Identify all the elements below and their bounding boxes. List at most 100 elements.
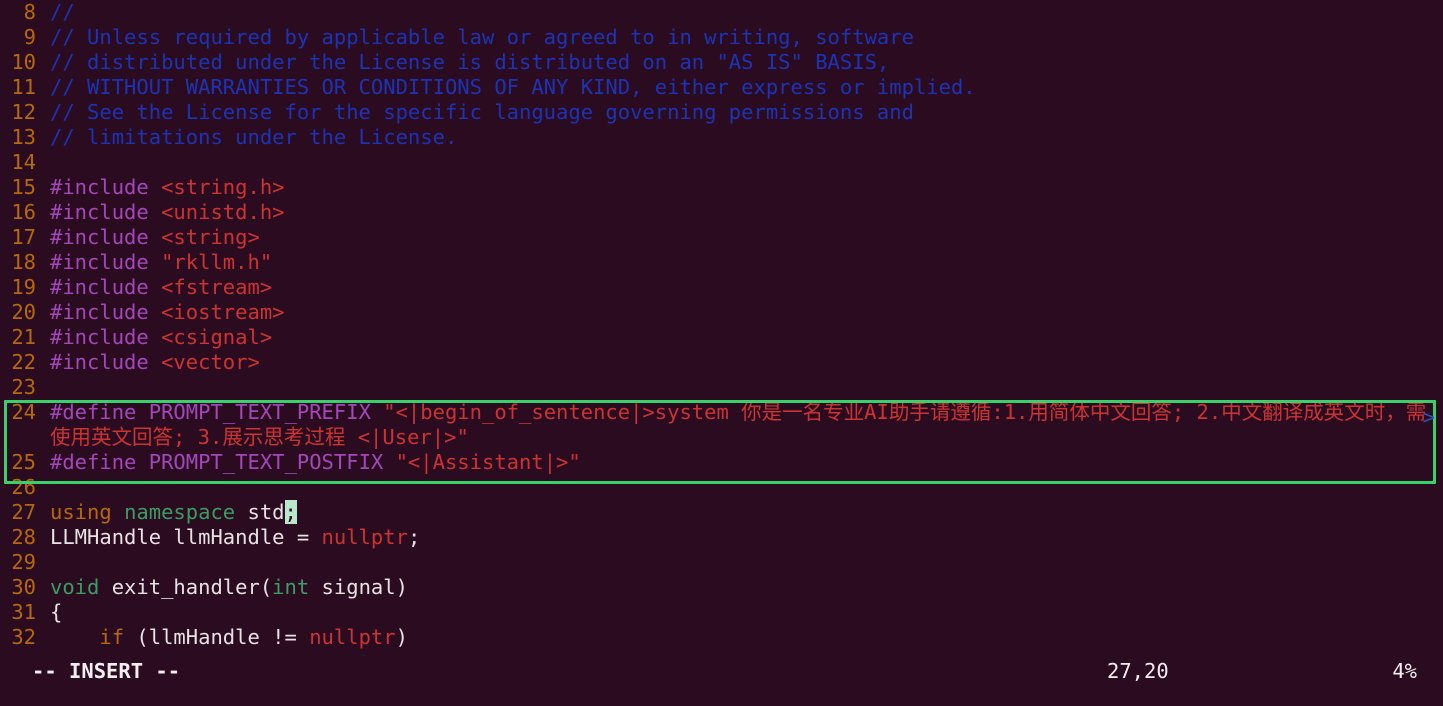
code-token-pre: #define: [50, 400, 149, 424]
line-number: 17: [11, 225, 36, 249]
code-token-str: <string>: [161, 225, 260, 249]
code-text[interactable]: #define PROMPT_TEXT_POSTFIX "<|Assistant…: [36, 450, 1443, 475]
code-line[interactable]: 16 #include <unistd.h>: [0, 200, 1443, 225]
code-text[interactable]: using namespace std;: [36, 500, 1443, 525]
code-text[interactable]: if (llmHandle != nullptr): [36, 625, 1443, 650]
code-line[interactable]: 11 // WITHOUT WARRANTIES OR CONDITIONS OF…: [0, 75, 1443, 100]
vim-terminal-window[interactable]: 8 // 9 // Unless required by applicable law…: [0, 0, 1443, 706]
line-number: 8: [23, 0, 36, 24]
vim-status-line: -- INSERT -- 27,20 4%: [0, 658, 1443, 684]
code-token-pre: #include: [50, 225, 162, 249]
code-token-str: <iostream>: [161, 300, 285, 324]
code-text[interactable]: void exit_handler(int signal): [36, 575, 1443, 600]
code-token-plain: LLMHandle llmHandle =: [50, 525, 322, 549]
code-text[interactable]: // distributed under the License is dist…: [36, 50, 1443, 75]
code-line[interactable]: 21 #include <csignal>: [0, 325, 1443, 350]
code-token-cmt: // distributed under the License is dist…: [50, 50, 890, 74]
line-number: 32: [11, 625, 36, 649]
code-text[interactable]: #include <fstream>: [36, 275, 1443, 300]
code-token-cmt: // See the License for the specific lang…: [50, 100, 914, 124]
code-token-cmt: // limitations under the License.: [50, 125, 458, 149]
code-token-str: <fstream>: [161, 275, 273, 299]
line-number: 14: [11, 150, 36, 174]
code-line[interactable]: 26: [0, 475, 1443, 500]
code-token-null: nullptr: [309, 625, 396, 649]
code-line[interactable]: 32 if (llmHandle != nullptr): [0, 625, 1443, 650]
code-token-pre: #include: [50, 200, 162, 224]
code-token-macroname: PROMPT_TEXT_PREFIX: [148, 400, 384, 424]
text-cursor: ;: [284, 500, 297, 524]
code-text[interactable]: //: [36, 0, 1443, 25]
code-line[interactable]: 30 void exit_handler(int signal): [0, 575, 1443, 600]
code-line[interactable]: 23: [0, 375, 1443, 400]
code-text[interactable]: #include "rkllm.h": [36, 250, 1443, 275]
code-text[interactable]: #include <iostream>: [36, 300, 1443, 325]
code-token-null: nullptr: [321, 525, 408, 549]
code-token-pre: #include: [50, 175, 162, 199]
line-number: 21: [11, 325, 36, 349]
code-line[interactable]: 20 #include <iostream>: [0, 300, 1443, 325]
line-number: 12: [11, 100, 36, 124]
code-text[interactable]: // Unless required by applicable law or …: [36, 25, 1443, 50]
status-file-percent: 4%: [1392, 658, 1417, 683]
code-token-pre: #include: [50, 325, 162, 349]
code-text[interactable]: // See the License for the specific lang…: [36, 100, 1443, 125]
code-line[interactable]: 19 #include <fstream>: [0, 275, 1443, 300]
code-text[interactable]: {: [36, 600, 1443, 625]
line-number: 23: [11, 375, 36, 399]
editor-buffer[interactable]: 8 // 9 // Unless required by applicable law…: [0, 0, 1443, 650]
code-text[interactable]: #include <vector>: [36, 350, 1443, 375]
code-token-str: "rkllm.h": [161, 250, 273, 274]
line-wrap-indicator: >: [1422, 405, 1435, 429]
code-text[interactable]: #define PROMPT_TEXT_PREFIX "<|begin_of_s…: [36, 400, 1443, 450]
code-line[interactable]: 9 // Unless required by applicable law or…: [0, 25, 1443, 50]
code-line[interactable]: 12 // See the License for the specific la…: [0, 100, 1443, 125]
code-line[interactable]: 10 // distributed under the License is di…: [0, 50, 1443, 75]
code-text[interactable]: LLMHandle llmHandle = nullptr;: [36, 525, 1443, 550]
line-number: 24: [11, 400, 36, 424]
code-line[interactable]: 13 // limitations under the License.: [0, 125, 1443, 150]
code-token-type: void: [50, 575, 112, 599]
code-token-kw: if: [50, 625, 137, 649]
code-line[interactable]: 18 #include "rkllm.h": [0, 250, 1443, 275]
code-line[interactable]: 24 #define PROMPT_TEXT_PREFIX "<|begin_of…: [0, 400, 1443, 450]
code-text[interactable]: #include <csignal>: [36, 325, 1443, 350]
line-number: 19: [11, 275, 36, 299]
line-number: 11: [11, 75, 36, 99]
code-token-str: <csignal>: [161, 325, 273, 349]
code-line[interactable]: 29: [0, 550, 1443, 575]
line-number: 30: [11, 575, 36, 599]
code-token-plain: exit_handler(: [111, 575, 273, 599]
line-number: 20: [11, 300, 36, 324]
code-token-plain: ;: [407, 525, 421, 549]
code-text[interactable]: #include <unistd.h>: [36, 200, 1443, 225]
code-token-pre: #include: [50, 300, 162, 324]
status-mode-indicator: -- INSERT --: [32, 658, 181, 683]
code-token-macroname: PROMPT_TEXT_POSTFIX: [148, 450, 396, 474]
code-text[interactable]: // limitations under the License.: [36, 125, 1443, 150]
line-number: 10: [11, 50, 36, 74]
code-line[interactable]: 27 using namespace std;: [0, 500, 1443, 525]
code-text[interactable]: #include <string>: [36, 225, 1443, 250]
code-text[interactable]: // WITHOUT WARRANTIES OR CONDITIONS OF A…: [36, 75, 1443, 100]
code-line[interactable]: 14: [0, 150, 1443, 175]
code-line[interactable]: 25 #define PROMPT_TEXT_POSTFIX "<|Assista…: [0, 450, 1443, 475]
code-token-cmt: // Unless required by applicable law or …: [50, 25, 914, 49]
code-line[interactable]: 22 #include <vector>: [0, 350, 1443, 375]
code-line[interactable]: 28 LLMHandle llmHandle = nullptr;: [0, 525, 1443, 550]
line-number: 16: [11, 200, 36, 224]
code-token-str: <vector>: [161, 350, 260, 374]
code-line[interactable]: 17 #include <string>: [0, 225, 1443, 250]
code-token-str: "<|Assistant|>": [395, 450, 581, 474]
code-line[interactable]: 31 {: [0, 600, 1443, 625]
code-token-cmt: //: [50, 0, 75, 24]
code-token-cmt: // WITHOUT WARRANTIES OR CONDITIONS OF A…: [50, 75, 976, 99]
code-text[interactable]: #include <string.h>: [36, 175, 1443, 200]
status-cursor-position: 27,20: [1107, 658, 1169, 683]
code-line[interactable]: 15 #include <string.h>: [0, 175, 1443, 200]
code-line[interactable]: 8 //: [0, 0, 1443, 25]
code-token-plain: std: [247, 500, 285, 524]
code-token-str: <unistd.h>: [161, 200, 285, 224]
code-token-pre: #include: [50, 275, 162, 299]
code-token-pre: #define: [50, 450, 149, 474]
